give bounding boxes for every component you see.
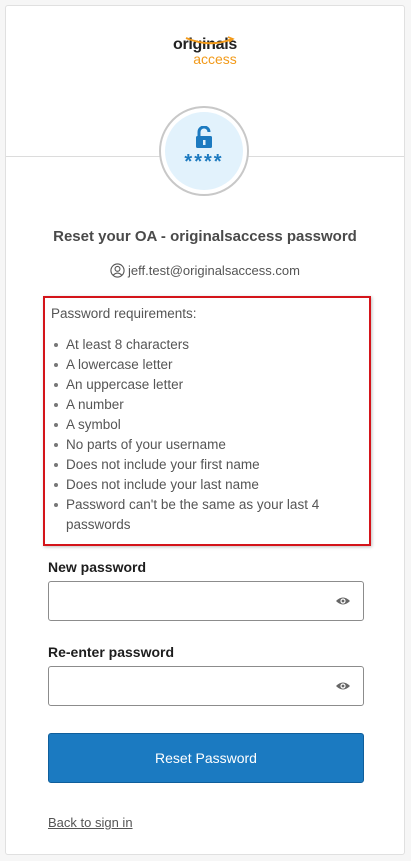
reenter-password-input[interactable]	[59, 668, 333, 706]
reset-password-button[interactable]: Reset Password	[48, 733, 364, 783]
eye-icon[interactable]	[335, 595, 351, 607]
page-title: Reset your OA - originalsaccess password	[53, 228, 357, 245]
requirement-item: Does not include your first name	[51, 455, 363, 475]
logo-smile-icon	[185, 36, 235, 45]
requirement-item: No parts of your username	[51, 435, 363, 455]
back-to-sign-in-link[interactable]: Back to sign in	[48, 815, 133, 830]
eye-icon[interactable]	[335, 680, 351, 692]
lock-badge: ****	[159, 106, 249, 196]
requirement-item: A lowercase letter	[51, 355, 363, 375]
requirement-item: At least 8 characters	[51, 335, 363, 355]
requirement-item: Password can't be the same as your last …	[51, 495, 363, 535]
requirement-item: Does not include your last name	[51, 475, 363, 495]
user-circle-icon	[110, 263, 125, 278]
requirements-title: Password requirements:	[51, 306, 197, 321]
user-identifier: jeff.test@originalsaccess.com	[6, 263, 404, 278]
requirement-item: A number	[51, 395, 363, 415]
password-requirements: Password requirements: At least 8 charac…	[43, 296, 371, 546]
requirement-item: A symbol	[51, 415, 363, 435]
requirements-list: At least 8 characters A lowercase letter…	[51, 335, 363, 535]
logo-text-access: access	[193, 51, 237, 67]
new-password-field	[48, 581, 364, 621]
masked-password-stars: ****	[184, 151, 224, 173]
auth-card: originals access **** Reset your OA - or…	[5, 5, 405, 855]
requirement-item: An uppercase letter	[51, 375, 363, 395]
identifier-email: jeff.test@originalsaccess.com	[128, 263, 300, 278]
new-password-label: New password	[48, 559, 147, 575]
reenter-password-field	[48, 666, 364, 706]
padlock-open-icon	[196, 126, 212, 148]
reenter-password-label: Re-enter password	[48, 644, 175, 660]
new-password-input[interactable]	[59, 583, 333, 621]
